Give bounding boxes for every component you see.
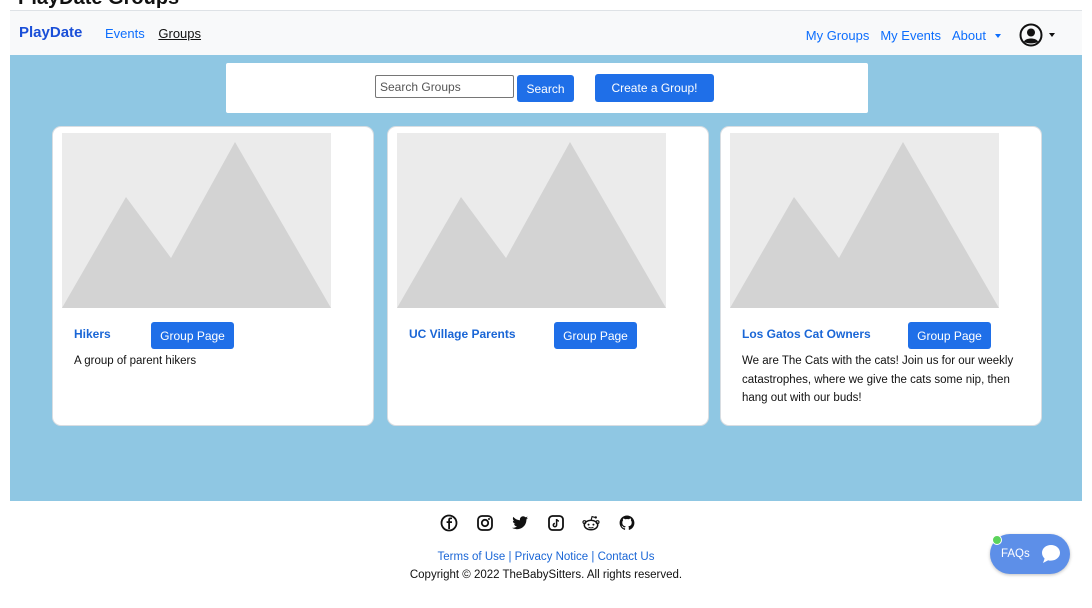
navbar: PlayDate Events Groups My Groups My Even… bbox=[10, 10, 1082, 55]
nav-left: Events Groups bbox=[105, 26, 211, 41]
group-page-button[interactable]: Group Page bbox=[554, 322, 637, 349]
nav-right: My Groups My Events About bbox=[795, 23, 1055, 47]
social-icons bbox=[440, 514, 653, 532]
search-bar: Search Create a Group! bbox=[226, 63, 868, 113]
image-placeholder-icon bbox=[62, 133, 331, 308]
group-card: UC Village Parents Group Page bbox=[387, 126, 709, 426]
terms-of-use-link[interactable]: Terms of Use bbox=[438, 551, 506, 563]
tiktok-icon[interactable] bbox=[547, 514, 565, 532]
search-input[interactable] bbox=[375, 75, 514, 98]
nav-events-link[interactable]: Events bbox=[105, 26, 145, 41]
user-circle-icon bbox=[1019, 23, 1043, 47]
link-separator: | bbox=[505, 551, 515, 563]
chevron-down-icon bbox=[995, 34, 1001, 39]
group-page-button[interactable]: Group Page bbox=[908, 322, 991, 349]
footer-links: Terms of Use | Privacy Notice | Contact … bbox=[0, 551, 1092, 563]
nav-my-events-link[interactable]: My Events bbox=[880, 28, 941, 43]
group-name[interactable]: Los Gatos Cat Owners bbox=[742, 327, 871, 341]
group-card: Hikers Group Page A group of parent hike… bbox=[52, 126, 374, 426]
copyright-text: Copyright © 2022 TheBabySitters. All rig… bbox=[409, 569, 683, 581]
faq-button[interactable]: FAQs bbox=[990, 534, 1070, 574]
nav-groups-link[interactable]: Groups bbox=[158, 26, 201, 41]
group-name[interactable]: Hikers bbox=[74, 327, 111, 341]
page-title: PlayDate Groups bbox=[18, 0, 179, 10]
instagram-icon[interactable] bbox=[476, 514, 494, 532]
contact-us-link[interactable]: Contact Us bbox=[598, 551, 655, 563]
link-separator: | bbox=[588, 551, 598, 563]
nav-my-groups-link[interactable]: My Groups bbox=[806, 28, 870, 43]
create-group-button[interactable]: Create a Group! bbox=[595, 74, 714, 102]
reddit-icon[interactable] bbox=[582, 514, 600, 532]
image-placeholder-icon bbox=[397, 133, 666, 308]
main-content: Search Create a Group! Hikers Group Page… bbox=[10, 55, 1082, 501]
github-icon[interactable] bbox=[618, 514, 636, 532]
twitter-icon[interactable] bbox=[511, 514, 529, 532]
chat-bubble-icon bbox=[1042, 545, 1060, 563]
search-button[interactable]: Search bbox=[517, 75, 574, 102]
online-status-dot bbox=[992, 535, 1002, 545]
group-card: Los Gatos Cat Owners Group Page We are T… bbox=[720, 126, 1042, 426]
image-placeholder-icon bbox=[730, 133, 999, 308]
privacy-notice-link[interactable]: Privacy Notice bbox=[515, 551, 589, 563]
brand-logo[interactable]: PlayDate bbox=[19, 24, 82, 41]
nav-about-label: About bbox=[952, 27, 986, 43]
group-description: A group of parent hikers bbox=[74, 355, 197, 367]
nav-about-dropdown[interactable]: About bbox=[952, 28, 1001, 43]
group-name[interactable]: UC Village Parents bbox=[409, 327, 516, 341]
faq-label: FAQs bbox=[1001, 548, 1030, 560]
chevron-down-icon bbox=[1049, 33, 1055, 37]
group-description: We are The Cats with the cats! Join us f… bbox=[742, 355, 1014, 404]
facebook-icon[interactable] bbox=[440, 514, 458, 532]
group-page-button[interactable]: Group Page bbox=[151, 322, 234, 349]
page-title-strip: PlayDate Groups bbox=[0, 0, 1092, 10]
user-menu[interactable] bbox=[1019, 23, 1055, 47]
